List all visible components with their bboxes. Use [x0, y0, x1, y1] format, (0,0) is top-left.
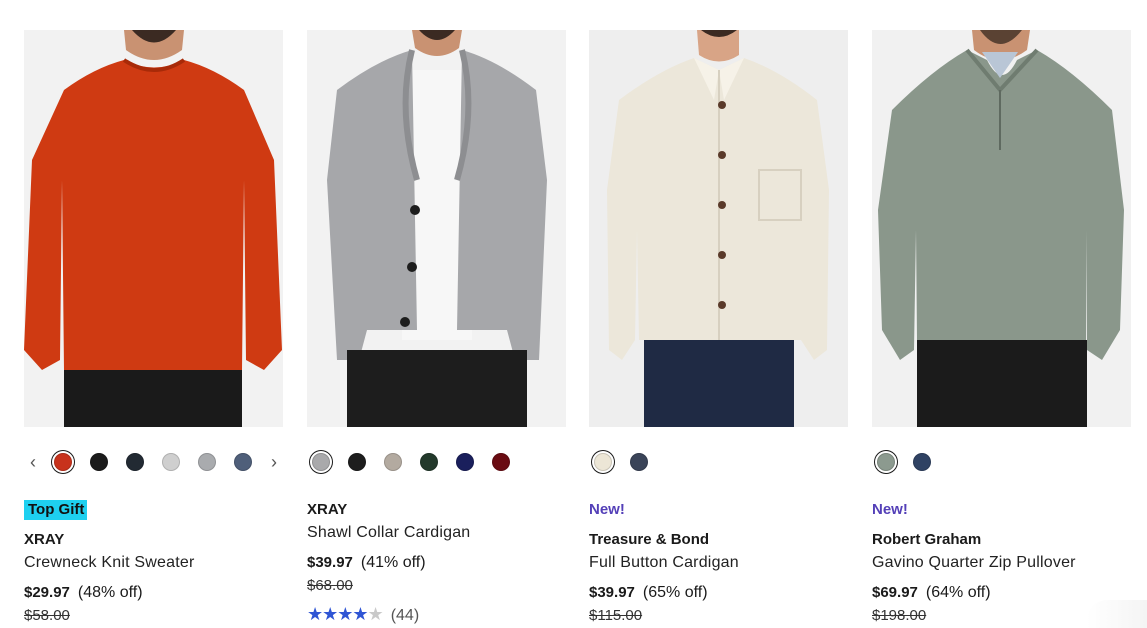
- color-swatch[interactable]: [234, 453, 252, 471]
- gift-badge: Top Gift: [24, 500, 88, 520]
- sale-price: $69.97: [872, 584, 918, 601]
- product-name[interactable]: Crewneck Knit Sweater: [24, 553, 195, 573]
- review-count: (44): [390, 607, 420, 624]
- product-card[interactable]: New! Treasure & Bond Full Button Cardiga…: [589, 30, 848, 628]
- color-swatch[interactable]: [492, 453, 510, 471]
- new-badge: New!: [872, 501, 908, 518]
- product-name[interactable]: Full Button Cardigan: [589, 553, 739, 573]
- product-card[interactable]: ‹ › Top Gift XRAY Crewneck Knit Sweater …: [24, 30, 283, 628]
- color-swatch[interactable]: [198, 453, 216, 471]
- color-swatch[interactable]: [913, 453, 931, 471]
- color-swatch[interactable]: [877, 453, 895, 471]
- product-price: $29.97 (48% off): [24, 583, 143, 603]
- floating-widget-edge: [1087, 600, 1147, 628]
- discount-label: (41% off): [360, 554, 426, 571]
- sale-price: $39.97: [589, 584, 635, 601]
- product-image[interactable]: [589, 30, 848, 427]
- original-price: $68.00: [307, 577, 353, 594]
- product-image[interactable]: [24, 30, 283, 427]
- discount-label: (64% off): [925, 584, 991, 601]
- color-swatch[interactable]: [90, 453, 108, 471]
- product-name[interactable]: Shawl Collar Cardigan: [307, 523, 470, 543]
- product-brand[interactable]: XRAY: [24, 530, 64, 550]
- chevron-left-icon[interactable]: ‹: [26, 451, 40, 473]
- chevron-right-icon[interactable]: ›: [267, 451, 281, 473]
- new-badge: New!: [589, 501, 625, 518]
- product-grid: ‹ › Top Gift XRAY Crewneck Knit Sweater …: [24, 30, 1131, 628]
- product-card[interactable]: New! Robert Graham Gavino Quarter Zip Pu…: [872, 30, 1131, 628]
- color-swatch[interactable]: [594, 453, 612, 471]
- discount-label: (65% off): [642, 584, 708, 601]
- color-swatches: [872, 452, 1131, 474]
- color-swatch[interactable]: [54, 453, 72, 471]
- product-name[interactable]: Gavino Quarter Zip Pullover: [872, 553, 1076, 573]
- star-rating-icon: ★★★★★: [307, 604, 384, 624]
- product-price: $69.97 (64% off): [872, 583, 991, 603]
- color-swatch[interactable]: [420, 453, 438, 471]
- color-swatches: ‹ ›: [24, 452, 283, 474]
- product-brand[interactable]: Treasure & Bond: [589, 530, 709, 550]
- color-swatch[interactable]: [312, 453, 330, 471]
- rating[interactable]: ★★★★★ (44): [307, 604, 419, 624]
- product-brand[interactable]: XRAY: [307, 500, 347, 520]
- original-price: $115.00: [589, 607, 643, 624]
- color-swatches: [307, 452, 566, 474]
- product-image[interactable]: [872, 30, 1131, 427]
- sale-price: $29.97: [24, 584, 70, 601]
- discount-label: (48% off): [77, 584, 143, 601]
- original-price: $198.00: [872, 607, 927, 624]
- product-image[interactable]: [307, 30, 566, 427]
- color-swatch[interactable]: [348, 453, 366, 471]
- product-card[interactable]: XRAY Shawl Collar Cardigan $39.97 (41% of…: [307, 30, 566, 628]
- color-swatch[interactable]: [162, 453, 180, 471]
- color-swatch[interactable]: [384, 453, 402, 471]
- product-price: $39.97 (41% off): [307, 553, 426, 573]
- sale-price: $39.97: [307, 554, 353, 571]
- color-swatch[interactable]: [126, 453, 144, 471]
- product-price: $39.97 (65% off): [589, 583, 708, 603]
- color-swatch[interactable]: [456, 453, 474, 471]
- color-swatches: [589, 452, 848, 474]
- original-price: $58.00: [24, 607, 70, 624]
- product-brand[interactable]: Robert Graham: [872, 530, 981, 550]
- color-swatch[interactable]: [630, 453, 648, 471]
